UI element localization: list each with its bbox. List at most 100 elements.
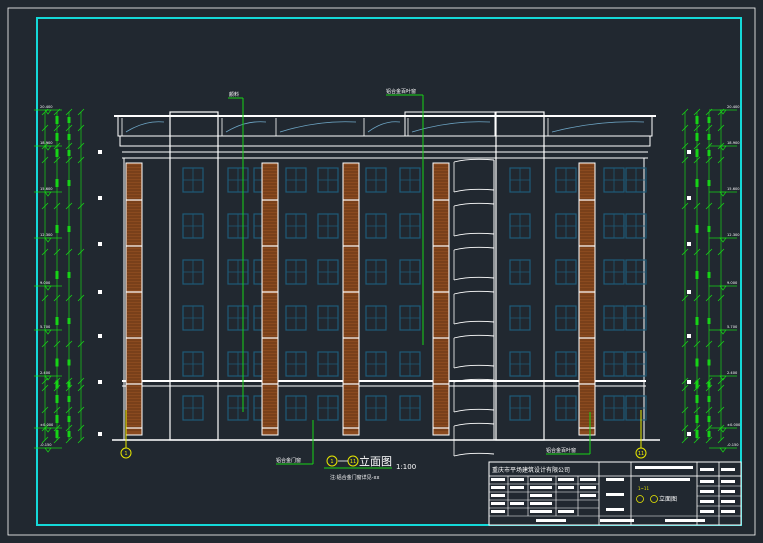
title-block-text-bar (600, 519, 634, 522)
callout-top-right-text: 铝合金百叶窗 (386, 88, 416, 95)
elev-label: 15.600 (40, 187, 53, 191)
elev-label: 12.300 (40, 233, 53, 237)
elev-marker (98, 196, 102, 200)
dim-text-bar (695, 395, 699, 403)
dim-text-bar (55, 225, 59, 233)
dim-text-bar (707, 318, 711, 324)
title-block-text-bar (536, 519, 566, 522)
title-block-text-bar (665, 519, 705, 522)
title-block-text-bar (721, 490, 735, 493)
title-text: 立面图 (359, 454, 392, 468)
stair-fin (453, 246, 495, 251)
elev-label: ±0.000 (727, 423, 741, 427)
stair-tower-left (169, 111, 219, 441)
title-block-text-bar (700, 480, 714, 483)
title-block-text-bar (640, 478, 690, 481)
dim-text-bar (67, 431, 71, 437)
dim-text-bar (67, 318, 71, 324)
title-block-text-bar (721, 468, 735, 471)
callout-top-left-text: 颜料 (229, 91, 239, 98)
elev-marker (687, 242, 691, 246)
elev-label: 18.900 (727, 141, 740, 145)
title-block-text-bar (606, 508, 624, 511)
roof-railing (279, 121, 357, 133)
axis-label-left: 1 (124, 451, 127, 457)
dim-text-bar (695, 116, 699, 124)
title-block-text-bar (530, 486, 552, 489)
building-elevation (112, 111, 660, 457)
stair-fin (453, 290, 495, 295)
elev-marker (98, 150, 102, 154)
elev-marker (687, 432, 691, 436)
dim-text-bar (695, 430, 699, 438)
title-block-text-bar (580, 478, 596, 481)
title-block-sheet-range: 1~11 (638, 486, 649, 491)
dim-text-bar (695, 317, 699, 325)
stair-fin (453, 408, 495, 413)
stair-fin (453, 276, 495, 281)
callout-bottom-left-text: 铝合金门窗 (276, 457, 301, 464)
dim-text-bar (707, 416, 711, 422)
elev-marker (687, 290, 691, 294)
dim-text-bar (67, 416, 71, 422)
elev-label: -0.150 (727, 443, 739, 447)
stair-fins (453, 158, 495, 457)
dim-text-bar (695, 380, 699, 389)
roof-railing (125, 121, 165, 133)
elev-triangle (44, 447, 52, 453)
title-block-text-bar (510, 486, 524, 489)
elev-label: 2.400 (40, 371, 51, 375)
dim-text-bar (707, 150, 711, 156)
elev-triangle (44, 145, 52, 151)
dim-text-bar (55, 149, 59, 157)
title-block-text-bar (491, 486, 505, 489)
stair-fin (453, 364, 495, 369)
title-block-text-bar (510, 478, 524, 481)
elev-marker (98, 290, 102, 294)
stair-fin (453, 188, 495, 193)
dim-text-bar (67, 272, 71, 278)
dim-text-bar (67, 150, 71, 156)
stair-fin (453, 334, 495, 339)
dim-text-bar (695, 271, 699, 279)
elev-marker (98, 242, 102, 246)
dim-text-bar (55, 271, 59, 279)
dim-text-bar (55, 415, 59, 423)
title-block-text-bar (606, 493, 624, 496)
dim-text-bar (695, 415, 699, 423)
dim-text-bar (707, 134, 711, 140)
title-axis-end: 11 (350, 459, 356, 465)
dim-text-bar (695, 225, 699, 233)
title-block-text-bar (530, 478, 552, 481)
title-axis-start: 1 (330, 459, 333, 465)
stair-fin (453, 422, 495, 427)
title-block-company: 重庆市平场建筑设计有限公司 (492, 466, 570, 474)
cornice-band (119, 135, 651, 147)
title-block-text-bar (580, 486, 596, 489)
dim-text-bar (67, 381, 71, 388)
dim-text-bar (707, 381, 711, 388)
dim-text-bar (67, 180, 71, 186)
elev-marker (687, 334, 691, 338)
stair-fin (453, 158, 495, 163)
elev-triangle (44, 285, 52, 291)
elev-triangle (719, 447, 727, 453)
elev-label: 20.400 (40, 105, 53, 109)
title-block-text-bar (721, 500, 735, 503)
title-block-text-bar (606, 478, 624, 481)
dim-text-bar (67, 117, 71, 123)
dim-text-bar (67, 396, 71, 402)
elev-triangle (44, 427, 52, 433)
dim-text-bar (55, 358, 59, 367)
dim-text-bar (707, 396, 711, 402)
stair-fin (453, 232, 495, 237)
elev-triangle (44, 237, 52, 243)
stair-fin (453, 320, 495, 325)
title-block-text-bar (491, 510, 505, 513)
title-scale: 1:100 (396, 463, 416, 471)
dim-text-bar (707, 431, 711, 437)
title-block-sheet-name: 立面图 (659, 495, 677, 503)
dim-text-bar (707, 180, 711, 186)
title-block-text-bar (530, 494, 552, 497)
dim-text-bar (55, 116, 59, 124)
